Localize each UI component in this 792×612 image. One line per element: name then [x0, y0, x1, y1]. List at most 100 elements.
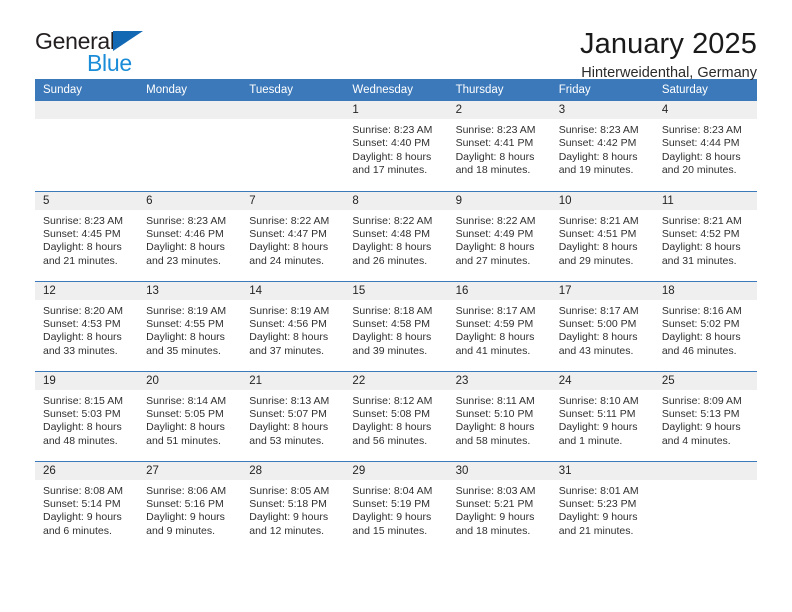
logo-text-blue: Blue: [87, 50, 132, 76]
calendar-day-cell[interactable]: 1 Sunrise: 8:23 AM Sunset: 4:40 PM Daylight…: [344, 101, 448, 191]
day-number: 15: [344, 281, 448, 300]
day-cell-content: 16 Sunrise: 8:17 AM Sunset: 4:59 PM Dayligh…: [447, 281, 551, 371]
sunset-text: Sunset: 5:05 PM: [146, 407, 224, 420]
calendar-day-cell[interactable]: 27 Sunrise: 8:06 AM Sunset: 5:16 PM Dayligh…: [138, 460, 242, 551]
daylight-text: Daylight: 8 hours and 43 minutes.: [558, 331, 638, 357]
day-number: 19: [35, 371, 139, 390]
day-details: Sunrise: 8:19 AM Sunset: 4:56 PM Daylight:…: [241, 300, 344, 359]
calendar-day-cell[interactable]: 19 Sunrise: 8:15 AM Sunset: 5:03 PM Dayligh…: [35, 370, 139, 461]
day-details: Sunrise: 8:11 AM Sunset: 5:10 PM Daylight:…: [448, 390, 551, 449]
sunrise-text: Sunrise: 8:13 AM: [249, 394, 330, 407]
daylight-text: Daylight: 8 hours and 48 minutes.: [43, 421, 122, 447]
logo-triangle-icon: [113, 31, 143, 51]
day-cell-content: 24 Sunrise: 8:10 AM Sunset: 5:11 PM Dayligh…: [550, 371, 654, 461]
day-number: 30: [447, 461, 551, 480]
sunrise-text: Sunrise: 8:23 AM: [558, 124, 639, 136]
day-details: Sunrise: 8:23 AM Sunset: 4:46 PM Daylight:…: [138, 210, 241, 269]
calendar-day-cell[interactable]: 6 Sunrise: 8:23 AM Sunset: 4:46 PM Daylight…: [138, 190, 242, 281]
daylight-text: Daylight: 8 hours and 23 minutes.: [146, 241, 225, 267]
sunset-text: Sunset: 4:56 PM: [249, 317, 327, 330]
daylight-text: Daylight: 9 hours and 9 minutes.: [146, 511, 225, 537]
daylight-text: Daylight: 8 hours and 35 minutes.: [146, 331, 225, 357]
day-number: 16: [447, 281, 551, 300]
calendar-day-cell[interactable]: 2 Sunrise: 8:23 AM Sunset: 4:41 PM Daylight…: [447, 101, 551, 191]
day-details: Sunrise: 8:10 AM Sunset: 5:11 PM Daylight:…: [551, 390, 654, 449]
calendar-day-cell[interactable]: 7 Sunrise: 8:22 AM Sunset: 4:47 PM Daylight…: [241, 190, 345, 281]
day-cell-content: [653, 461, 757, 552]
title-block: January 2025 Hinterweidenthal, Germany: [580, 28, 757, 82]
calendar-day-cell[interactable]: 25 Sunrise: 8:09 AM Sunset: 5:13 PM Dayligh…: [653, 370, 757, 461]
sunset-text: Sunset: 5:23 PM: [558, 497, 637, 510]
day-cell-content: 15 Sunrise: 8:18 AM Sunset: 4:58 PM Dayligh…: [344, 281, 448, 371]
sunrise-text: Sunrise: 8:03 AM: [455, 484, 536, 497]
calendar-day-cell[interactable]: 30 Sunrise: 8:03 AM Sunset: 5:21 PM Dayligh…: [447, 460, 551, 551]
sunrise-text: Sunrise: 8:22 AM: [352, 214, 433, 227]
day-cell-content: 12 Sunrise: 8:20 AM Sunset: 4:53 PM Dayligh…: [35, 281, 139, 371]
sunrise-text: Sunrise: 8:10 AM: [558, 394, 639, 407]
day-number: 12: [35, 281, 139, 300]
day-number: 22: [344, 371, 448, 390]
daylight-text: Daylight: 8 hours and 39 minutes.: [352, 331, 432, 357]
calendar-day-cell[interactable]: 23 Sunrise: 8:11 AM Sunset: 5:10 PM Dayligh…: [447, 370, 551, 461]
calendar-week-row: 1 Sunrise: 8:23 AM Sunset: 4:40 PM Daylight…: [35, 101, 757, 191]
sunrise-text: Sunrise: 8:23 AM: [661, 124, 742, 136]
calendar-day-cell[interactable]: 3 Sunrise: 8:23 AM Sunset: 4:42 PM Daylight…: [550, 101, 654, 191]
calendar-day-cell[interactable]: 29 Sunrise: 8:04 AM Sunset: 5:19 PM Dayligh…: [344, 460, 448, 551]
calendar-day-cell[interactable]: 18 Sunrise: 8:16 AM Sunset: 5:02 PM Dayligh…: [653, 280, 757, 371]
sunrise-text: Sunrise: 8:21 AM: [558, 214, 639, 227]
calendar-day-cell[interactable]: 24 Sunrise: 8:10 AM Sunset: 5:11 PM Dayligh…: [550, 370, 654, 461]
daylight-text: Daylight: 8 hours and 31 minutes.: [661, 241, 741, 267]
daylight-text: Daylight: 9 hours and 15 minutes.: [352, 511, 432, 537]
sunset-text: Sunset: 4:44 PM: [661, 137, 740, 150]
day-cell-content: 23 Sunrise: 8:11 AM Sunset: 5:10 PM Dayligh…: [447, 371, 551, 461]
sunset-text: Sunset: 4:52 PM: [661, 227, 740, 240]
calendar-day-cell[interactable]: 8 Sunrise: 8:22 AM Sunset: 4:48 PM Daylight…: [344, 190, 448, 281]
sunset-text: Sunset: 4:53 PM: [43, 317, 121, 330]
day-number: 3: [550, 101, 654, 119]
calendar-day-cell[interactable]: 21 Sunrise: 8:13 AM Sunset: 5:07 PM Dayligh…: [241, 370, 345, 461]
daylight-text: Daylight: 8 hours and 29 minutes.: [558, 241, 638, 267]
calendar-day-cell[interactable]: 20 Sunrise: 8:14 AM Sunset: 5:05 PM Dayligh…: [138, 370, 242, 461]
day-cell-content: 25 Sunrise: 8:09 AM Sunset: 5:13 PM Dayligh…: [653, 371, 757, 461]
sunset-text: Sunset: 4:55 PM: [146, 317, 224, 330]
day-number: 9: [447, 191, 551, 210]
calendar-day-cell[interactable]: 5 Sunrise: 8:23 AM Sunset: 4:45 PM Daylight…: [35, 190, 139, 281]
calendar-day-cell[interactable]: 9 Sunrise: 8:22 AM Sunset: 4:49 PM Daylight…: [447, 190, 551, 281]
daylight-text: Daylight: 9 hours and 4 minutes.: [661, 421, 741, 447]
daylight-text: Daylight: 8 hours and 20 minutes.: [661, 150, 741, 177]
calendar-day-cell[interactable]: 31 Sunrise: 8:01 AM Sunset: 5:23 PM Dayligh…: [550, 460, 654, 552]
calendar-day-cell[interactable]: 13 Sunrise: 8:19 AM Sunset: 4:55 PM Dayligh…: [138, 280, 242, 371]
day-cell-content: 20 Sunrise: 8:14 AM Sunset: 5:05 PM Dayligh…: [138, 371, 242, 461]
calendar-day-cell[interactable]: 15 Sunrise: 8:18 AM Sunset: 4:58 PM Dayligh…: [344, 280, 448, 371]
day-cell-content: 4 Sunrise: 8:23 AM Sunset: 4:44 PM Daylight…: [653, 101, 757, 191]
calendar-day-cell[interactable]: 17 Sunrise: 8:17 AM Sunset: 5:00 PM Dayligh…: [550, 280, 654, 371]
calendar-day-cell[interactable]: 12 Sunrise: 8:20 AM Sunset: 4:53 PM Dayligh…: [35, 280, 139, 371]
sunset-text: Sunset: 4:51 PM: [558, 227, 637, 240]
sunset-text: Sunset: 5:07 PM: [249, 407, 327, 420]
calendar-day-cell[interactable]: 11 Sunrise: 8:21 AM Sunset: 4:52 PM Dayligh…: [653, 190, 757, 281]
sunset-text: Sunset: 5:19 PM: [352, 497, 431, 510]
sunset-text: Sunset: 5:03 PM: [43, 407, 121, 420]
page-title: January 2025: [580, 28, 757, 60]
calendar-day-cell[interactable]: 26 Sunrise: 8:08 AM Sunset: 5:14 PM Dayligh…: [35, 460, 139, 551]
daylight-text: Daylight: 8 hours and 24 minutes.: [249, 241, 329, 267]
day-details: Sunrise: 8:13 AM Sunset: 5:07 PM Daylight:…: [241, 390, 344, 449]
daylight-text: Daylight: 8 hours and 18 minutes.: [455, 150, 535, 177]
daylight-text: Daylight: 9 hours and 21 minutes.: [558, 511, 638, 537]
day-cell-content: 18 Sunrise: 8:16 AM Sunset: 5:02 PM Dayligh…: [653, 281, 757, 371]
calendar-day-cell[interactable]: 22 Sunrise: 8:12 AM Sunset: 5:08 PM Dayligh…: [344, 370, 448, 461]
calendar-day-cell[interactable]: 10 Sunrise: 8:21 AM Sunset: 4:51 PM Dayligh…: [550, 190, 654, 281]
calendar-day-cell[interactable]: 28 Sunrise: 8:05 AM Sunset: 5:18 PM Dayligh…: [241, 460, 345, 551]
calendar-day-cell[interactable]: 4 Sunrise: 8:23 AM Sunset: 4:44 PM Daylight…: [653, 101, 757, 191]
sunrise-text: Sunrise: 8:21 AM: [661, 214, 742, 227]
daylight-text: Daylight: 8 hours and 46 minutes.: [661, 331, 741, 357]
calendar-week-row: 26 Sunrise: 8:08 AM Sunset: 5:14 PM Dayligh…: [35, 460, 757, 552]
sunset-text: Sunset: 4:42 PM: [558, 137, 637, 150]
sunrise-text: Sunrise: 8:17 AM: [455, 304, 536, 317]
sunrise-text: Sunrise: 8:04 AM: [352, 484, 433, 497]
day-number: 11: [653, 191, 757, 210]
calendar-day-cell[interactable]: 14 Sunrise: 8:19 AM Sunset: 4:56 PM Dayligh…: [241, 280, 345, 371]
day-details: Sunrise: 8:17 AM Sunset: 4:59 PM Daylight:…: [448, 300, 551, 359]
day-cell-content: 31 Sunrise: 8:01 AM Sunset: 5:23 PM Dayligh…: [550, 461, 654, 552]
calendar-day-cell[interactable]: 16 Sunrise: 8:17 AM Sunset: 4:59 PM Dayligh…: [447, 280, 551, 371]
